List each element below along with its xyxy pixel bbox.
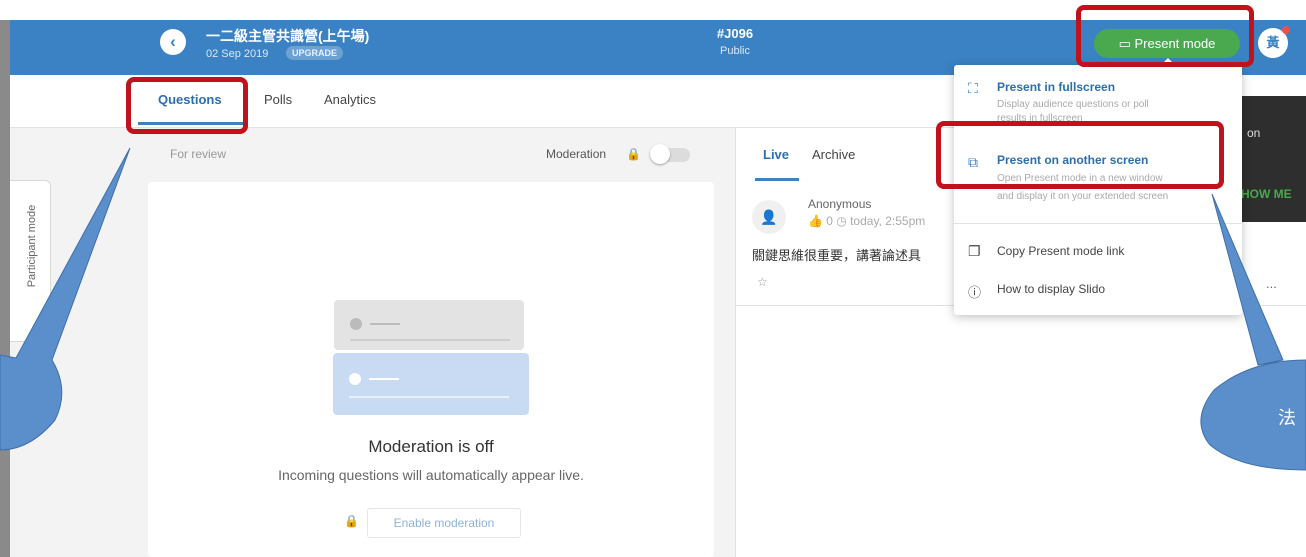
callout-left: [0, 147, 131, 451]
highlight-present-mode: [1076, 5, 1254, 67]
callout-text: 法: [1278, 408, 1296, 428]
highlight-questions-tab: [126, 77, 248, 134]
highlight-present-another-screen: [936, 121, 1224, 189]
